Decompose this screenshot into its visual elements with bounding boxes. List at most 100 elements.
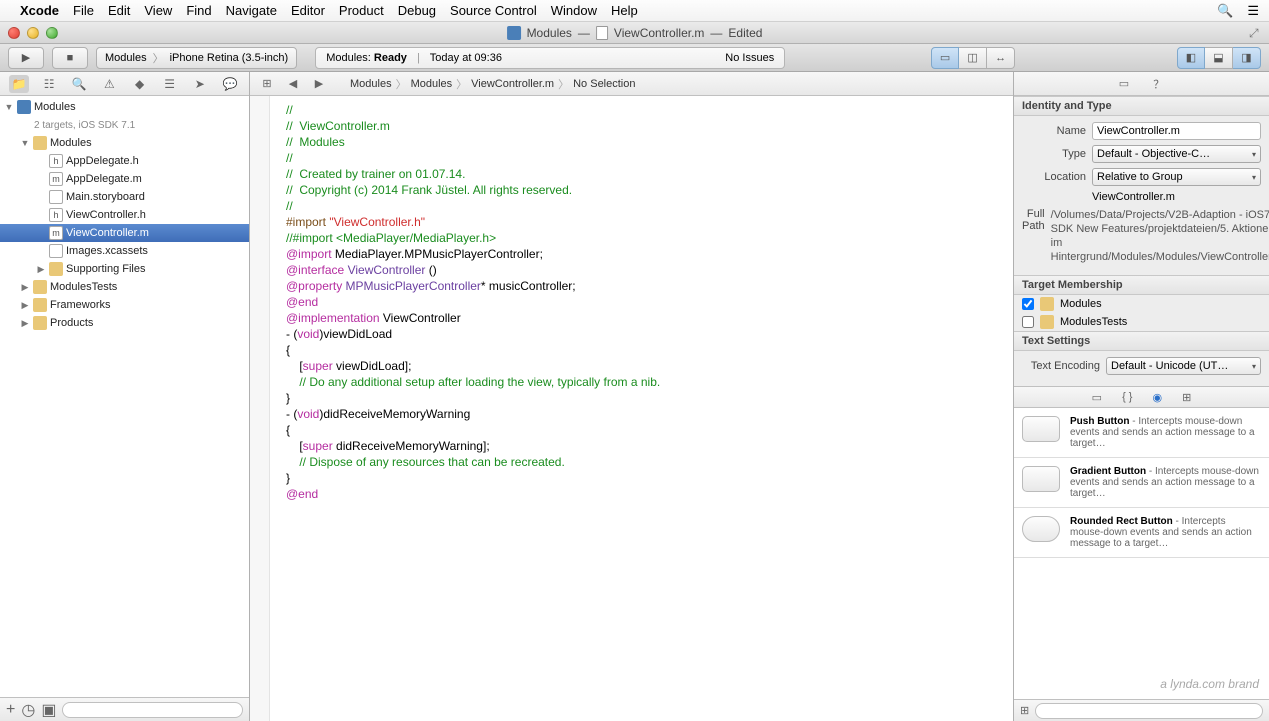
fullscreen-button[interactable]: ⤢ (1249, 26, 1263, 40)
toggle-debug-button[interactable]: ⬓ (1205, 47, 1233, 69)
stop-button[interactable]: ■ (52, 47, 88, 69)
library-item[interactable]: Gradient Button - Intercepts mouse-down … (1014, 458, 1269, 508)
menu-find[interactable]: Find (186, 3, 211, 18)
tree-row[interactable]: ▶Frameworks (0, 296, 249, 314)
quick-help-tab[interactable]: ？ (1153, 76, 1164, 92)
version-editor-button[interactable]: ↔ (987, 47, 1015, 69)
target-row[interactable]: Modules (1014, 295, 1269, 313)
breakpoint-navigator-tab[interactable]: ➤ (190, 75, 210, 93)
find-navigator-tab[interactable]: 🔍 (69, 75, 89, 93)
status-time: Today at 09:36 (430, 52, 502, 64)
tree-row[interactable]: Images.xcassets (0, 242, 249, 260)
object-library-tab[interactable]: ◉ (1152, 391, 1162, 404)
editor-mode-segment: ▭ ◫ ↔ (931, 47, 1015, 69)
tree-row[interactable]: ▼Modules (0, 98, 249, 116)
target-membership-title: Target Membership (1014, 275, 1269, 295)
crumb-1[interactable]: Modules (411, 78, 453, 90)
library-filter-field[interactable] (1035, 703, 1263, 719)
name-field[interactable]: ViewController.m (1092, 122, 1261, 140)
standard-editor-button[interactable]: ▭ (931, 47, 959, 69)
library-item[interactable]: Rounded Rect Button - Intercepts mouse-d… (1014, 508, 1269, 558)
menu-view[interactable]: View (144, 3, 172, 18)
editor: ⊞ ◀ ▶ Modules〉 Modules〉 ViewController.m… (250, 72, 1014, 721)
crumb-2[interactable]: ViewController.m (471, 78, 554, 90)
tree-row[interactable]: ▶ModulesTests (0, 278, 249, 296)
spotlight-icon[interactable]: 🔍 (1217, 3, 1233, 19)
window-minimize-button[interactable] (27, 27, 39, 39)
run-button[interactable]: ▶ (8, 47, 44, 69)
tree-row[interactable]: ▶Products (0, 314, 249, 332)
title-status: Edited (728, 26, 762, 40)
location-combo[interactable]: Relative to Group▾ (1092, 168, 1261, 186)
tree-row[interactable]: hViewController.h (0, 206, 249, 224)
symbol-navigator-tab[interactable]: ☷ (39, 75, 59, 93)
menu-window[interactable]: Window (551, 3, 597, 18)
window-zoom-button[interactable] (46, 27, 58, 39)
navigator-filter-bar: + ◷ ▣ (0, 697, 249, 721)
media-library-tab[interactable]: ⊞ (1182, 391, 1191, 404)
menu-debug[interactable]: Debug (398, 3, 436, 18)
tree-row[interactable]: hAppDelegate.h (0, 152, 249, 170)
file-template-library-tab[interactable]: ▭ (1092, 391, 1102, 404)
notification-center-icon[interactable]: ☰ (1247, 3, 1259, 19)
target-checkbox[interactable] (1022, 316, 1034, 328)
debug-navigator-tab[interactable]: ☰ (160, 75, 180, 93)
view-segment: ◧ ⬓ ◨ (1177, 47, 1261, 69)
project-tree[interactable]: ▼Modules2 targets, iOS SDK 7.1▼ModuleshA… (0, 96, 249, 697)
window-close-button[interactable] (8, 27, 20, 39)
back-button[interactable]: ◀ (282, 75, 304, 93)
file-inspector-tab[interactable]: ▭ (1119, 77, 1129, 90)
tree-row[interactable]: Main.storyboard (0, 188, 249, 206)
issue-navigator-tab[interactable]: ⚠ (99, 75, 119, 93)
menu-product[interactable]: Product (339, 3, 384, 18)
window-titlebar: Modules — ViewController.m — Edited ⤢ (0, 22, 1269, 44)
library-view-mode-icon[interactable]: ⊞ (1020, 704, 1029, 717)
tree-row[interactable]: mAppDelegate.m (0, 170, 249, 188)
navigator-filter-field[interactable] (62, 702, 243, 718)
app-menu[interactable]: Xcode (20, 3, 59, 18)
jump-bar: ⊞ ◀ ▶ Modules〉 Modules〉 ViewController.m… (250, 72, 1013, 96)
crumb-3[interactable]: No Selection (573, 78, 635, 90)
status-state: Ready (374, 52, 407, 64)
encoding-combo[interactable]: Default - Unicode (UT…▾ (1106, 357, 1261, 375)
tree-row[interactable]: mViewController.m (0, 224, 249, 242)
menu-help[interactable]: Help (611, 3, 638, 18)
type-combo[interactable]: Default - Objective-C…▾ (1092, 145, 1261, 163)
menu-editor[interactable]: Editor (291, 3, 325, 18)
text-settings-title: Text Settings (1014, 331, 1269, 351)
tree-row[interactable]: ▼Modules (0, 134, 249, 152)
menu-source-control[interactable]: Source Control (450, 3, 537, 18)
code-editor[interactable]: //// ViewController.m// Modules//// Crea… (250, 96, 1013, 721)
library-item[interactable]: Push Button - Intercepts mouse-down even… (1014, 408, 1269, 458)
fullpath-value: /Volumes/Data/Projects/V2B-Adaption - iO… (1051, 208, 1269, 264)
toggle-navigator-button[interactable]: ◧ (1177, 47, 1205, 69)
tree-row[interactable]: ▶Supporting Files (0, 260, 249, 278)
scheme-target: Modules (105, 52, 147, 64)
recent-filter-icon[interactable]: ◷ (21, 700, 35, 720)
forward-button[interactable]: ▶ (308, 75, 330, 93)
crumb-0[interactable]: Modules (350, 78, 392, 90)
add-button[interactable]: + (6, 701, 15, 719)
navigator-tabs: 📁 ☷ 🔍 ⚠ ◆ ☰ ➤ 💬 (0, 72, 249, 96)
identity-section-title: Identity and Type (1014, 96, 1269, 116)
menu-file[interactable]: File (73, 3, 94, 18)
project-navigator-tab[interactable]: 📁 (9, 75, 29, 93)
activity-viewer: Modules: Ready | Today at 09:36 No Issue… (315, 47, 785, 69)
log-navigator-tab[interactable]: 💬 (220, 75, 240, 93)
code-snippet-library-tab[interactable]: { } (1122, 391, 1132, 403)
scm-filter-icon[interactable]: ▣ (41, 700, 56, 720)
inspector-tabs: ▭ ？ (1014, 72, 1269, 96)
location-label: Location (1022, 171, 1086, 183)
type-label: Type (1022, 148, 1086, 160)
target-checkbox[interactable] (1022, 298, 1034, 310)
name-label: Name (1022, 125, 1086, 137)
related-items-button[interactable]: ⊞ (256, 75, 278, 93)
toggle-utilities-button[interactable]: ◨ (1233, 47, 1261, 69)
scheme-selector[interactable]: Modules 〉 iPhone Retina (3.5-inch) (96, 47, 297, 69)
target-row[interactable]: ModulesTests (1014, 313, 1269, 331)
menu-navigate[interactable]: Navigate (226, 3, 277, 18)
test-navigator-tab[interactable]: ◆ (130, 75, 150, 93)
menu-edit[interactable]: Edit (108, 3, 130, 18)
assistant-editor-button[interactable]: ◫ (959, 47, 987, 69)
object-library[interactable]: Push Button - Intercepts mouse-down even… (1014, 408, 1269, 699)
